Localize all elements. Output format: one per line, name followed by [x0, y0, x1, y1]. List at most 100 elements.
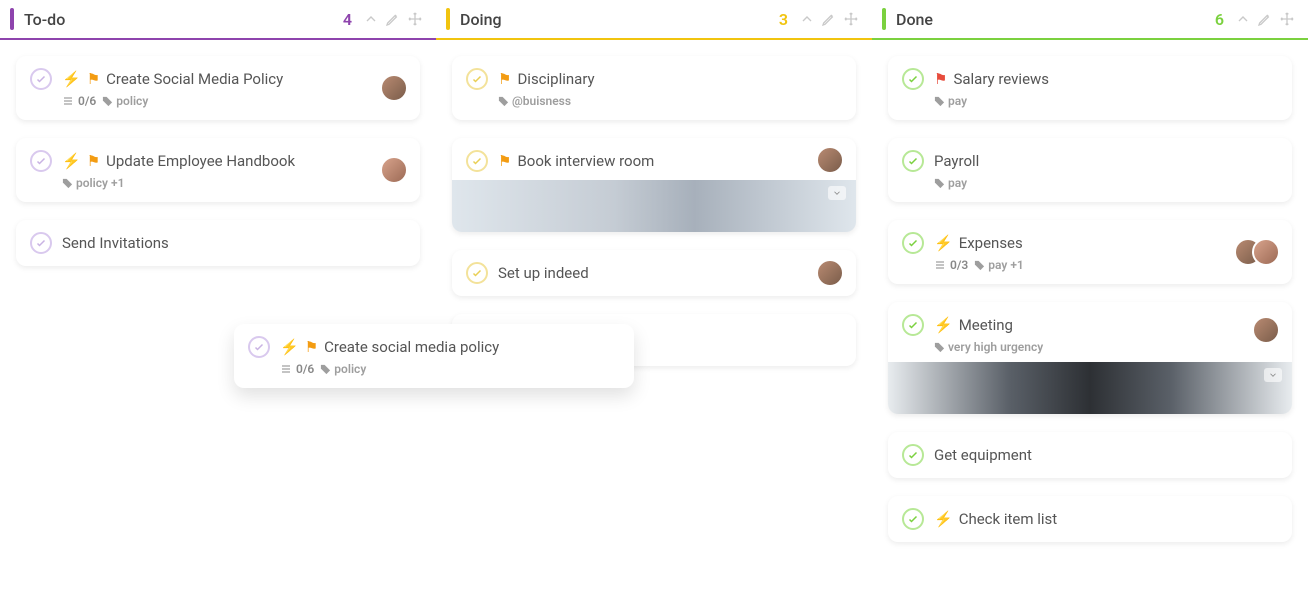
column-done: Done 6 ⚑ Salary reviews pay [872, 0, 1308, 604]
card-title: Send Invitations [62, 234, 169, 252]
complete-toggle[interactable] [466, 68, 488, 90]
column-todo: To-do 4 ⚡ ⚑ Create Social Media Policy 0… [0, 0, 436, 604]
card-send-invitations[interactable]: Send Invitations [16, 220, 420, 266]
avatar[interactable] [1252, 238, 1280, 266]
card-title: Update Employee Handbook [106, 152, 295, 170]
assignees[interactable] [816, 259, 844, 287]
column-count: 3 [779, 10, 788, 29]
tag-label: pay [934, 176, 967, 190]
complete-toggle[interactable] [30, 68, 52, 90]
card-title: Set up indeed [498, 264, 589, 282]
tag-label: pay +1 [974, 258, 1024, 272]
avatar[interactable] [816, 146, 844, 174]
bolt-icon: ⚡ [280, 340, 299, 355]
card-title: Disciplinary [517, 70, 594, 88]
card-salary-reviews[interactable]: ⚑ Salary reviews pay [888, 56, 1292, 120]
flag-icon: ⚑ [87, 72, 100, 87]
column-title: To-do [24, 10, 343, 29]
column-count: 4 [343, 10, 352, 29]
assignees[interactable] [816, 146, 844, 174]
card-payroll[interactable]: Payroll pay [888, 138, 1292, 202]
card-title: Check item list [959, 510, 1057, 528]
assignees[interactable] [380, 74, 408, 102]
tag-label: policy +1 [62, 176, 124, 190]
cards-done: ⚑ Salary reviews pay Payroll pay [872, 40, 1308, 558]
tag-label: pay [934, 94, 967, 108]
bolt-icon: ⚡ [934, 318, 953, 333]
move-icon[interactable] [1276, 8, 1298, 30]
column-header-done: Done 6 [872, 0, 1308, 40]
card-title: Salary reviews [953, 70, 1049, 88]
tag-label: very high urgency [934, 340, 1043, 354]
edit-icon[interactable] [1254, 8, 1276, 30]
card-create-social-media-policy[interactable]: ⚡ ⚑ Create Social Media Policy 0/6 polic… [16, 56, 420, 120]
avatar[interactable] [380, 156, 408, 184]
card-title: Get equipment [934, 446, 1032, 464]
card-update-employee-handbook[interactable]: ⚡ ⚑ Update Employee Handbook policy +1 [16, 138, 420, 202]
tag-label: @buisness [498, 94, 571, 108]
card-get-equipment[interactable]: Get equipment [888, 432, 1292, 478]
column-header-doing: Doing 3 [436, 0, 872, 40]
expand-icon[interactable] [828, 186, 846, 200]
card-disciplinary[interactable]: ⚑ Disciplinary @buisness [452, 56, 856, 120]
column-title: Doing [460, 10, 779, 29]
card-title: Book interview room [517, 152, 654, 170]
complete-toggle[interactable] [248, 336, 270, 358]
flag-icon: ⚑ [305, 340, 318, 355]
assignees[interactable] [1252, 316, 1280, 344]
edit-icon[interactable] [818, 8, 840, 30]
complete-toggle[interactable] [466, 150, 488, 172]
card-cover-image [888, 362, 1292, 414]
complete-toggle[interactable] [466, 262, 488, 284]
bolt-icon: ⚡ [62, 72, 81, 87]
tag-label: policy [320, 362, 366, 376]
avatar[interactable] [816, 259, 844, 287]
accent-bar [10, 8, 14, 30]
bolt-icon: ⚡ [62, 154, 81, 169]
subtasks-count: 0/3 [934, 258, 968, 272]
accent-bar [446, 8, 450, 30]
card-title: Payroll [934, 152, 979, 170]
edit-icon[interactable] [382, 8, 404, 30]
card-book-interview-room[interactable]: ⚑ Book interview room [452, 138, 856, 232]
card-meeting[interactable]: ⚡ Meeting very high urgency [888, 302, 1292, 414]
collapse-icon[interactable] [360, 8, 382, 30]
assignees[interactable] [1234, 238, 1280, 266]
card-expenses[interactable]: ⚡ Expenses 0/3 pay +1 [888, 220, 1292, 284]
card-title: Create Social Media Policy [106, 70, 283, 88]
complete-toggle[interactable] [30, 150, 52, 172]
complete-toggle[interactable] [902, 68, 924, 90]
tag-label: policy [102, 94, 148, 108]
card-set-up-indeed[interactable]: Set up indeed [452, 250, 856, 296]
flag-icon: ⚑ [498, 154, 511, 169]
accent-bar [882, 8, 886, 30]
column-title: Done [896, 10, 1215, 29]
assignees[interactable] [380, 156, 408, 184]
subtasks-count: 0/6 [280, 362, 314, 376]
cards-todo: ⚡ ⚑ Create Social Media Policy 0/6 polic… [0, 40, 436, 282]
card-cover-image [452, 180, 856, 232]
move-icon[interactable] [840, 8, 862, 30]
expand-icon[interactable] [1264, 368, 1282, 382]
complete-toggle[interactable] [902, 232, 924, 254]
flag-icon: ⚑ [934, 72, 947, 87]
collapse-icon[interactable] [796, 8, 818, 30]
card-dragging[interactable]: ⚡ ⚑ Create social media policy 0/6 polic… [234, 324, 634, 388]
avatar[interactable] [1252, 316, 1280, 344]
flag-icon: ⚑ [87, 154, 100, 169]
complete-toggle[interactable] [902, 150, 924, 172]
flag-icon: ⚑ [498, 72, 511, 87]
collapse-icon[interactable] [1232, 8, 1254, 30]
complete-toggle[interactable] [902, 508, 924, 530]
column-header-todo: To-do 4 [0, 0, 436, 40]
kanban-board: To-do 4 ⚡ ⚑ Create Social Media Policy 0… [0, 0, 1308, 604]
complete-toggle[interactable] [30, 232, 52, 254]
bolt-icon: ⚡ [934, 512, 953, 527]
column-doing: Doing 3 ⚑ Disciplinary @buisness [436, 0, 872, 604]
avatar[interactable] [380, 74, 408, 102]
complete-toggle[interactable] [902, 444, 924, 466]
complete-toggle[interactable] [902, 314, 924, 336]
card-check-item-list[interactable]: ⚡ Check item list [888, 496, 1292, 542]
move-icon[interactable] [404, 8, 426, 30]
subtasks-count: 0/6 [62, 94, 96, 108]
